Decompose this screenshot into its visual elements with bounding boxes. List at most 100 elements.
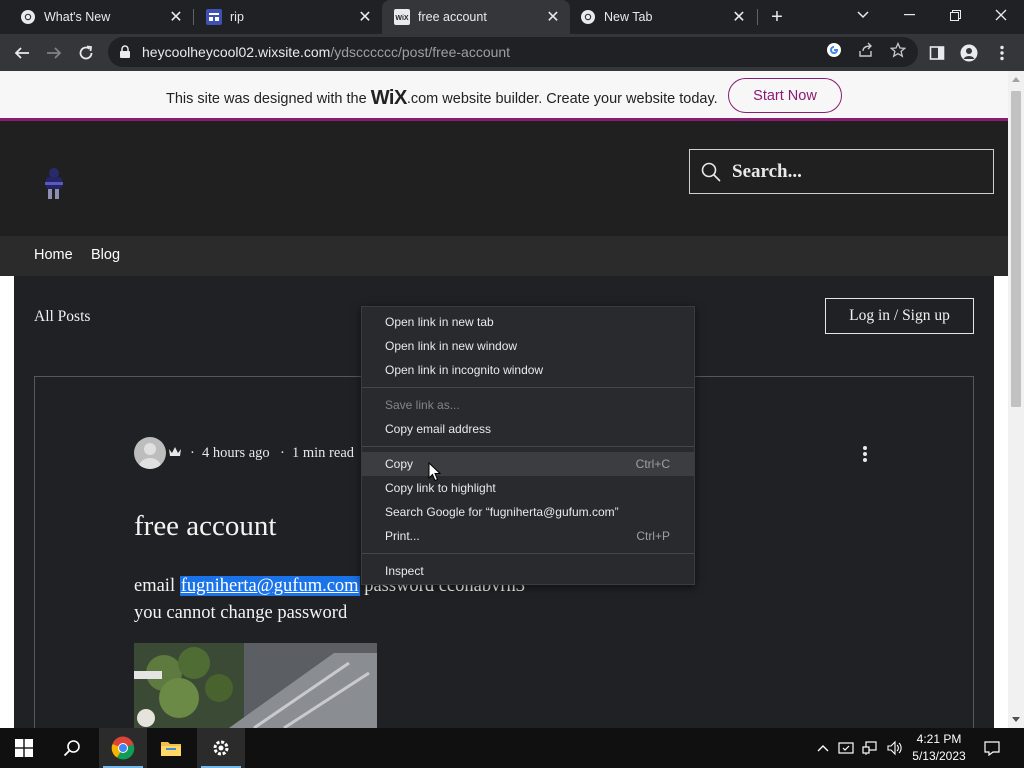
menu-inspect[interactable]: Inspect: [362, 559, 694, 583]
gear-icon: [213, 740, 229, 756]
avatar[interactable]: [134, 437, 166, 469]
menu-separator: [362, 553, 694, 554]
site-logo[interactable]: [40, 164, 68, 202]
post-more-icon[interactable]: [855, 444, 875, 464]
login-signup-button[interactable]: Log in / Sign up: [825, 298, 974, 334]
taskbar-clock[interactable]: 4:21 PM 5/13/2023: [906, 731, 972, 765]
all-posts-link[interactable]: All Posts: [34, 308, 90, 326]
notification-icon: [984, 741, 1000, 756]
folder-icon: [161, 742, 181, 756]
menu-item-label: Copy: [385, 457, 414, 471]
google-lens-icon[interactable]: [825, 41, 843, 59]
page-scrollbar[interactable]: [1008, 71, 1024, 728]
restore-icon: [949, 9, 961, 21]
wix-logo: WiX: [370, 87, 408, 109]
windows-taskbar: 4:21 PM 5/13/2023: [0, 728, 1024, 768]
menu-separator: [362, 446, 694, 447]
chrome-icon: [580, 9, 596, 25]
taskbar-settings[interactable]: [197, 728, 245, 768]
tab-title: free account: [418, 10, 487, 24]
page-gutter-right: [994, 276, 1008, 728]
taskbar-search-button[interactable]: [48, 728, 96, 768]
bookmark-star-icon[interactable]: [889, 41, 907, 59]
menu-item-label: Copy email address: [385, 422, 492, 436]
tab-whats-new[interactable]: What's New ✕: [0, 0, 193, 34]
banner-text-after: .com website builder. Create your websit…: [406, 91, 718, 107]
email-link[interactable]: fugniherta@gufum.com: [179, 576, 360, 596]
show-hidden-icons-button[interactable]: [814, 728, 832, 768]
tab-free-account[interactable]: WiX free account ✕: [382, 0, 570, 34]
close-tab-icon[interactable]: ✕: [167, 8, 185, 26]
address-bar[interactable]: heycoolheycool02.wixsite.com/ydscccccc/p…: [108, 37, 918, 67]
forward-button[interactable]: [40, 39, 68, 67]
side-panel-button[interactable]: [923, 39, 951, 67]
start-button[interactable]: [0, 728, 48, 768]
reload-icon: [79, 45, 93, 60]
profile-button[interactable]: [955, 39, 983, 67]
minimize-button[interactable]: [886, 0, 932, 30]
tab-divider: [757, 9, 758, 25]
more-vert-icon: [1000, 45, 1004, 61]
tab-rip[interactable]: rip ✕: [186, 0, 382, 34]
menu-button[interactable]: [988, 39, 1016, 67]
scroll-down-arrow[interactable]: [1012, 717, 1020, 722]
menu-item-label: Open link in incognito window: [385, 363, 544, 377]
chrome-icon: [20, 9, 36, 25]
site-icon: [206, 9, 222, 25]
close-tab-icon[interactable]: ✕: [730, 8, 748, 26]
menu-copy-link-highlight[interactable]: Copy link to highlight: [362, 476, 694, 500]
tray-volume[interactable]: [884, 728, 904, 768]
menu-open-new-tab[interactable]: Open link in new tab: [362, 310, 694, 334]
taskbar-file-explorer[interactable]: [147, 728, 195, 768]
tab-search-button[interactable]: [840, 0, 886, 30]
menu-copy-email[interactable]: Copy email address: [362, 417, 694, 441]
tray-network[interactable]: [860, 728, 880, 768]
menu-open-incognito[interactable]: Open link in incognito window: [362, 358, 694, 382]
nav-blog[interactable]: Blog: [91, 247, 120, 263]
meta-dot: ·: [280, 445, 285, 461]
network-icon: [862, 741, 877, 755]
tray-security[interactable]: [836, 728, 856, 768]
start-now-button[interactable]: Start Now: [728, 78, 842, 113]
svg-text:WiX: WiX: [395, 15, 408, 22]
back-button[interactable]: [8, 39, 36, 67]
menu-copy[interactable]: Copy Ctrl+C: [362, 452, 694, 476]
site-search[interactable]: Search...: [689, 149, 994, 194]
new-tab-button[interactable]: +: [766, 6, 788, 28]
volume-icon: [887, 740, 902, 756]
close-tab-icon[interactable]: ✕: [356, 8, 374, 26]
menu-search-google[interactable]: Search Google for “fugniherta@gufum.com”: [362, 500, 694, 524]
site-header: Search...: [0, 121, 1008, 236]
wix-banner-text: This site was designed with the WiX.com …: [166, 86, 718, 109]
restore-button[interactable]: [932, 0, 978, 30]
reload-button[interactable]: [72, 39, 100, 67]
arrow-left-icon: [14, 47, 29, 59]
windows-icon: [15, 739, 33, 757]
scrollbar-thumb[interactable]: [1011, 91, 1021, 407]
nav-home[interactable]: Home: [34, 247, 73, 263]
tab-new-tab[interactable]: New Tab ✕: [560, 0, 756, 34]
menu-item-label: Inspect: [385, 564, 424, 578]
taskbar-chrome[interactable]: [99, 728, 147, 768]
clock-time: 4:21 PM: [916, 732, 962, 746]
post-image[interactable]: [134, 643, 377, 728]
tab-strip: What's New ✕ rip ✕ WiX free account ✕ Ne…: [0, 0, 1024, 34]
close-window-button[interactable]: [978, 0, 1024, 30]
lock-icon[interactable]: [118, 45, 132, 59]
menu-separator: [362, 387, 694, 388]
search-icon: [63, 740, 80, 757]
menu-open-new-window[interactable]: Open link in new window: [362, 334, 694, 358]
menu-save-link-as: Save link as...: [362, 393, 694, 417]
notifications-button[interactable]: [980, 728, 1004, 768]
menu-print[interactable]: Print... Ctrl+P: [362, 524, 694, 548]
browser-toolbar: heycoolheycool02.wixsite.com/ydscccccc/p…: [0, 34, 1024, 71]
url-path: /ydscccccc/post/free-account: [330, 44, 511, 60]
share-icon[interactable]: [857, 41, 875, 59]
chrome-icon: [111, 736, 135, 760]
side-panel-icon: [929, 46, 945, 60]
post-line-2: you cannot change password: [134, 603, 348, 623]
menu-item-label: Save link as...: [385, 398, 460, 412]
clock-date: 5/13/2023: [912, 749, 966, 763]
scroll-up-arrow[interactable]: [1012, 77, 1020, 82]
search-input[interactable]: Search...: [732, 161, 802, 183]
